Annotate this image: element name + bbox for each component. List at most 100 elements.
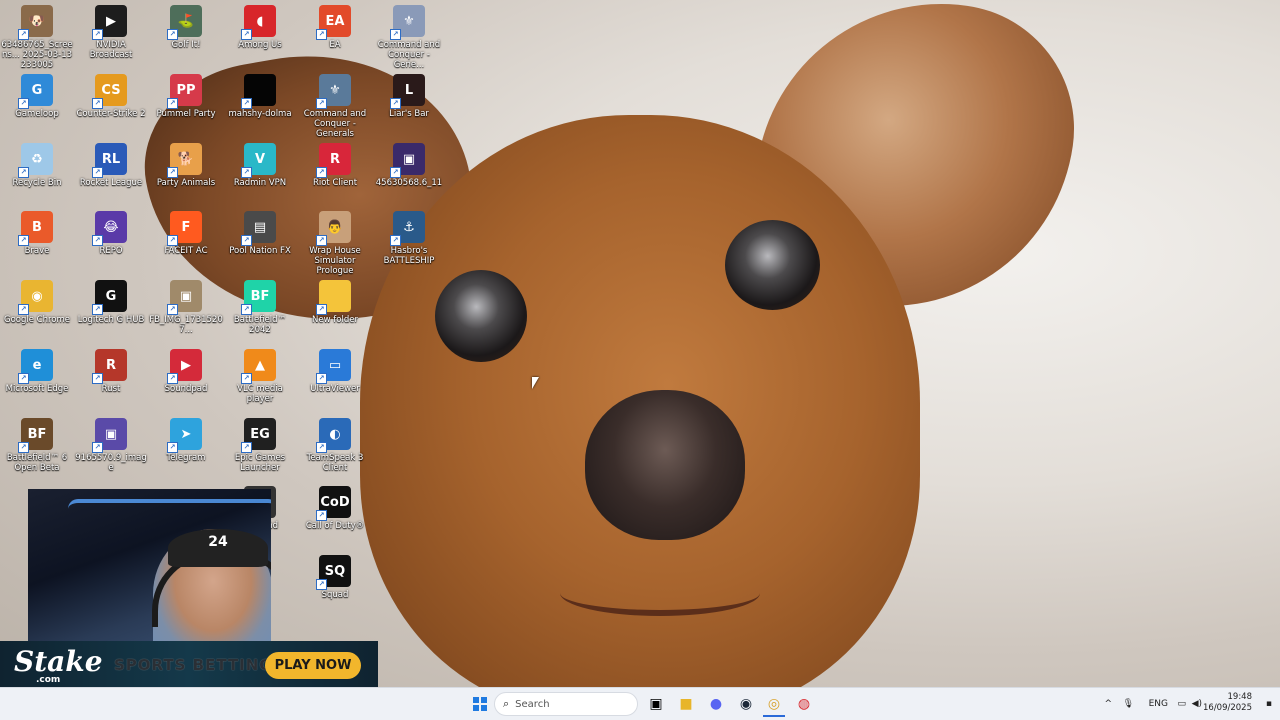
app-icon[interactable]: ◍ [793,693,815,715]
desktop-icon[interactable]: EA ↗ EA [298,5,372,50]
desktop-icon[interactable]: ▤ ↗ Pool Nation FX [223,211,297,256]
discord-icon[interactable]: ● [705,693,727,715]
desktop-icon-label: UltraViewer [310,384,360,394]
shortcut-arrow-icon: ↗ [167,304,178,315]
desktop-icon[interactable]: BF ↗ Battlefield™ 2042 [223,280,297,335]
banner-tagline: SPORTS BETTING [114,656,273,674]
shortcut-arrow-icon: ↗ [316,579,327,590]
app-icon: 😂 ↗ [92,211,127,246]
app-icon: ⛳ ↗ [167,5,202,40]
chrome-icon[interactable]: ◎ [763,693,785,717]
desktop-icon-label: NVIDIA Broadcast [89,40,133,60]
desktop-icon-label: Microsoft Edge [5,384,69,394]
app-icon: 🐕 ↗ [167,143,202,178]
desktop-icon[interactable]: PP ↗ Pummel Party [149,74,223,119]
desktop-icon[interactable]: R ↗ Riot Client [298,143,372,188]
app-icon: ▭ ↗ [316,349,351,384]
desktop-icon[interactable]: ♻ ↗ Recycle Bin [0,143,74,188]
volume-icon[interactable]: ◀) [1192,699,1202,709]
shortcut-arrow-icon: ↗ [316,373,327,384]
desktop-icon-label: Command and Conquer - Gene... [377,40,441,70]
desktop-icon[interactable]: V ↗ Radmin VPN [223,143,297,188]
desktop-icon-label: 45630568.6_11 [375,178,443,188]
play-now-button[interactable]: PLAY NOW [265,652,361,679]
start-button[interactable] [469,693,491,715]
desktop-icon[interactable]: RL ↗ Rocket League [74,143,148,188]
steam-icon[interactable]: ◉ [735,693,757,715]
app-icon: ▣↗ [92,418,127,453]
desktop-icon-label: Telegram [166,453,206,463]
app-icon: ⚜ ↗ [316,74,351,109]
desktop-icon-label: Pool Nation FX [229,246,291,256]
desktop-icon[interactable]: ⚓ ↗ Hasbro's BATTLESHIP [372,211,446,266]
file-explorer-icon[interactable]: ■ [675,693,697,715]
desktop-icon[interactable]: ➤ ↗ Telegram [149,418,223,463]
desktop-icon[interactable]: G ↗ Gameloop [0,74,74,119]
desktop-icon[interactable]: 🐕 ↗ Party Animals [149,143,223,188]
desktop-icon[interactable]: F ↗ FACEIT AC [149,211,223,256]
desktop-icon[interactable]: R ↗ Rust [74,349,148,394]
desktop-icon[interactable]: ◐ ↗ TeamSpeak 3 Client [298,418,372,473]
desktop-icon[interactable]: EG ↗ Epic Games Launcher [223,418,297,473]
desktop-icon[interactable]: ▣ ↗ FB_IMG_17315207... [149,280,223,335]
desktop-icon[interactable]: ▭ ↗ UltraViewer [298,349,372,394]
desktop-icon[interactable]: ↗ New folder [298,280,372,325]
desktop-icon[interactable]: CS ↗ Counter-Strike 2 [74,74,148,119]
desktop-icon-label: Epic Games Launcher [234,453,286,473]
chevron-up-icon[interactable]: ^ [1104,699,1112,709]
desktop-icon-label: Squad [321,590,349,600]
desktop-icon-label: Call of Duty® [305,521,365,531]
desktop-icon[interactable]: e ↗ Microsoft Edge [0,349,74,394]
app-icon: 👨 ↗ [316,211,351,246]
shortcut-arrow-icon: ↗ [167,98,178,109]
desktop-icon[interactable]: ▣ ↗ 9165570.9_image [74,418,148,473]
search-icon: ⌕ [503,697,510,710]
clock[interactable]: 19:48 16/09/2025 [1203,692,1252,714]
shortcut-arrow-icon: ↗ [316,304,327,315]
desktop-icon[interactable]: 🐶 ↗ 63486765_Screens... 2025-03-13 233005 [0,5,74,70]
desktop-icon[interactable]: ◉ ↗ Google Chrome [0,280,74,325]
network-icon[interactable]: ▭ [1177,699,1186,709]
wallpaper-dog-nose [585,390,745,540]
desktop-icon[interactable]: ▶ ↗ Soundpad [149,349,223,394]
desktop-icon[interactable]: ↗ mahshy-dolma [223,74,297,119]
app-icon: e ↗ [18,349,53,384]
desktop-icon[interactable]: ⚜ ↗ Command and Conquer - Generals [298,74,372,139]
notification-icon[interactable]: ▪ [1266,699,1272,709]
shortcut-arrow-icon: ↗ [390,98,401,109]
desktop-icon[interactable]: ▶ ↗ NVIDIA Broadcast [74,5,148,60]
taskbar-search-input[interactable]: ⌕ Search [494,692,638,716]
shortcut-arrow-icon: ↗ [92,167,103,178]
desktop-icon-label: FACEIT AC [164,246,208,256]
app-icon: ▶ ↗ [92,5,127,40]
desktop-icon[interactable]: G ↗ Logitech G HUB [74,280,148,325]
shortcut-arrow-icon: ↗ [316,442,327,453]
desktop-icon[interactable]: ⚜ ↗ Command and Conquer - Gene... [372,5,446,70]
shortcut-arrow-icon: ↗ [18,373,29,384]
desktop-icon[interactable]: ⛳ ↗ Golf It! [149,5,223,50]
desktop-icon-label: Command and Conquer - Generals [303,109,367,139]
app-icon: ▲ ↗ [241,349,276,384]
desktop-icon-label: EA [329,40,341,50]
language-indicator[interactable]: ENG [1149,699,1168,709]
shortcut-arrow-icon: ↗ [167,167,178,178]
desktop-icon[interactable]: 👨 ↗ Wrap House Simulator Prologue [298,211,372,276]
desktop-icon-label: Google Chrome [3,315,71,325]
desktop-icon[interactable]: ◖ ↗ Among Us [223,5,297,50]
desktop-icon[interactable]: ▣ ↗ 45630568.6_11 [372,143,446,188]
desktop-icon-label: Party Animals [156,178,216,188]
desktop-icon[interactable]: B ↗ Brave [0,211,74,256]
webcam-overlay: 24 [28,489,271,644]
stake-banner[interactable]: Stake .com SPORTS BETTING PLAY NOW [0,641,378,690]
desktop-icon[interactable]: BF ↗ Battlefield™ 6 Open Beta [0,418,74,473]
desktop-icon[interactable]: L ↗ Liar's Bar [372,74,446,119]
desktop-icon[interactable]: SQ ↗ Squad [298,555,372,600]
desktop-icon[interactable]: ▲ ↗ VLC media player [223,349,297,404]
desktop-icon-label: Recycle Bin [12,178,62,188]
desktop-icon-label: 9165570.9_image [75,453,147,473]
microphone-icon[interactable]: 🎙 [1123,699,1134,709]
app-icon: ◖ ↗ [241,5,276,40]
task-view-icon[interactable]: ▣ [645,693,667,715]
desktop-icon[interactable]: 😂 ↗ REPO [74,211,148,256]
desktop-icon[interactable]: CoD ↗ Call of Duty® [298,486,372,531]
